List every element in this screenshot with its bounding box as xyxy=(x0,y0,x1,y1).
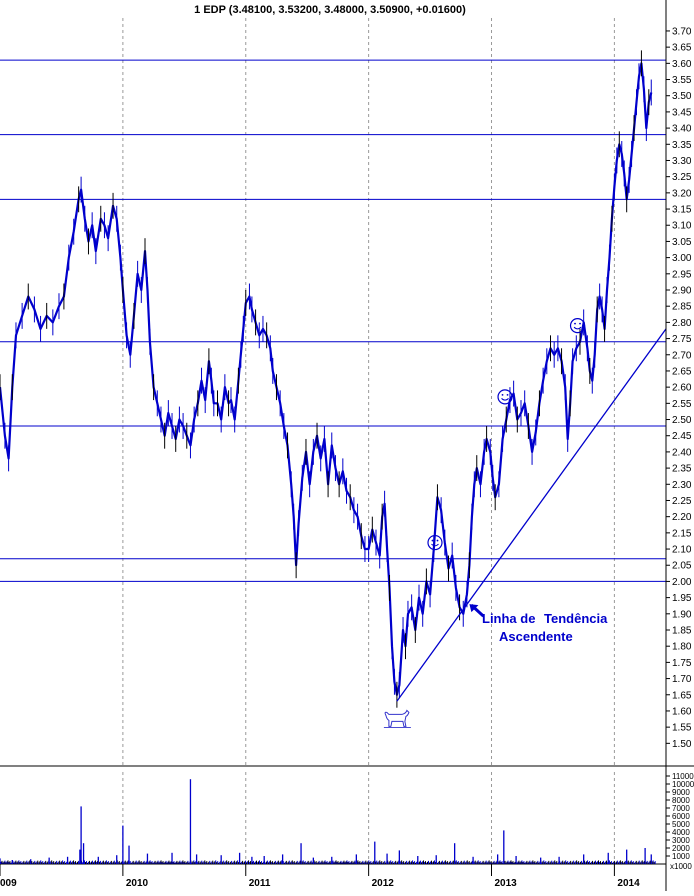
y-tick-label: 2.55 xyxy=(672,399,692,410)
chart-title: 1 EDP (3.48100, 3.53200, 3.48000, 3.5090… xyxy=(194,4,466,16)
smiley-eye xyxy=(436,539,439,542)
volume-tick-label: 4000 xyxy=(672,828,690,837)
y-tick-label: 1.50 xyxy=(672,739,692,750)
y-tick-label: 1.60 xyxy=(672,706,692,717)
y-tick-label: 2.05 xyxy=(672,561,692,572)
y-tick-label: 1.55 xyxy=(672,723,692,734)
y-tick-label: 3.70 xyxy=(672,26,692,37)
x-tick-label: 2010 xyxy=(126,878,149,889)
y-tick-label: 3.25 xyxy=(672,172,692,183)
y-tick-label: 2.20 xyxy=(672,512,692,523)
y-tick-label: 3.60 xyxy=(672,59,692,70)
x-tick-label: 2013 xyxy=(495,878,518,889)
y-tick-label: 3.05 xyxy=(672,237,692,248)
y-tick-label: 3.20 xyxy=(672,188,692,199)
y-tick-label: 3.40 xyxy=(672,124,692,135)
volume-tick-label: 9000 xyxy=(672,788,690,797)
volume-scale-label: x1000 xyxy=(670,862,692,871)
y-tick-label: 2.85 xyxy=(672,302,692,313)
trend-label-line1b: Tendência xyxy=(544,611,608,626)
volume-tick-label: 2000 xyxy=(672,844,690,853)
y-tick-label: 2.75 xyxy=(672,334,692,345)
y-tick-label: 3.30 xyxy=(672,156,692,167)
volume-tick-label: 3000 xyxy=(672,836,690,845)
y-tick-label: 2.95 xyxy=(672,269,692,280)
smiley-eye xyxy=(579,322,581,325)
y-tick-label: 1.90 xyxy=(672,609,692,620)
y-tick-label: 3.35 xyxy=(672,140,692,151)
volume-tick-label: 1000 xyxy=(672,852,690,861)
y-tick-label: 1.85 xyxy=(672,626,692,637)
volume-tick-label: 6000 xyxy=(672,812,690,821)
y-tick-label: 3.65 xyxy=(672,43,692,54)
stock-chart: 1 EDP (3.48100, 3.53200, 3.48000, 3.5090… xyxy=(0,0,694,891)
y-tick-label: 1.80 xyxy=(672,642,692,653)
chart-background xyxy=(0,0,694,891)
y-tick-label: 3.00 xyxy=(672,253,692,264)
volume-tick-label: 11000 xyxy=(672,772,694,781)
y-tick-label: 2.80 xyxy=(672,318,692,329)
chart-canvas: 1 EDP (3.48100, 3.53200, 3.48000, 3.5090… xyxy=(0,0,694,891)
volume-tick-label: 5000 xyxy=(672,820,690,829)
y-tick-label: 2.10 xyxy=(672,545,692,556)
y-tick-label: 2.70 xyxy=(672,350,692,361)
y-tick-label: 2.25 xyxy=(672,496,692,507)
y-tick-label: 2.65 xyxy=(672,366,692,377)
y-tick-label: 3.50 xyxy=(672,91,692,102)
trend-label-line2: Ascendente xyxy=(499,629,573,644)
volume-tick-label: 10000 xyxy=(672,780,694,789)
y-tick-label: 3.55 xyxy=(672,75,692,86)
trend-label-line1: Linha de xyxy=(482,611,535,626)
y-tick-label: 2.35 xyxy=(672,464,692,475)
smiley-eye xyxy=(501,393,504,396)
volume-tick-label: 8000 xyxy=(672,796,690,805)
y-tick-label: 3.15 xyxy=(672,205,692,216)
y-tick-label: 2.00 xyxy=(672,577,692,588)
x-tick-label: 2011 xyxy=(249,878,271,889)
x-tick-label: 2014 xyxy=(617,878,640,889)
y-tick-label: 2.40 xyxy=(672,447,692,458)
y-tick-label: 3.45 xyxy=(672,107,692,118)
y-tick-label: 2.90 xyxy=(672,286,692,297)
y-tick-label: 1.75 xyxy=(672,658,692,669)
smiley-eye xyxy=(574,322,576,325)
y-tick-label: 2.30 xyxy=(672,480,692,491)
y-tick-label: 2.15 xyxy=(672,528,692,539)
y-tick-label: 2.45 xyxy=(672,431,692,442)
smiley-eye xyxy=(431,539,434,542)
smiley-eye xyxy=(506,393,509,396)
y-tick-label: 2.60 xyxy=(672,383,692,394)
y-tick-label: 1.65 xyxy=(672,690,692,701)
x-tick-label: 009 xyxy=(0,878,17,889)
y-tick-label: 3.10 xyxy=(672,221,692,232)
volume-tick-label: 7000 xyxy=(672,804,690,813)
y-tick-label: 1.95 xyxy=(672,593,692,604)
y-tick-label: 1.70 xyxy=(672,674,692,685)
x-tick-label: 2012 xyxy=(372,878,395,889)
y-tick-label: 2.50 xyxy=(672,415,692,426)
